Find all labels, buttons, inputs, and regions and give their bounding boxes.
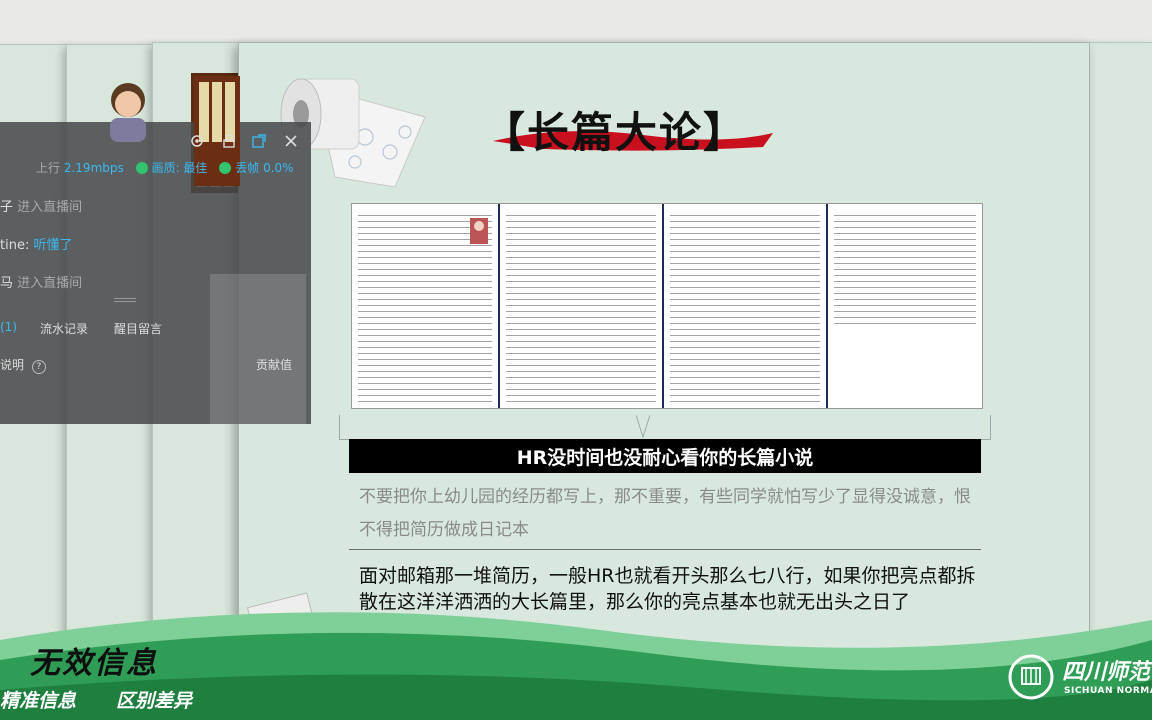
slide-title: 【长篇大论】 (483, 97, 783, 163)
lock-icon[interactable] (222, 134, 236, 148)
highlight-bar: HR没时间也没耐心看你的长篇小说 (349, 439, 981, 473)
tab-flow-record[interactable]: 流水记录 (40, 320, 88, 337)
tab-super-chat[interactable]: 醒目留言 (114, 320, 162, 337)
school-name-en: SICHUAN NORMAL U (1064, 686, 1152, 696)
contribution-label: 贡献值 (256, 358, 293, 372)
gray-note-text: 不要把你上幼儿园的经历都写上，那不重要，有些同学就怕写少了显得没诚意，恨不得把简… (359, 487, 971, 540)
chat-message: 子 进入直播间 (0, 200, 83, 215)
school-name: 四川师范 (1062, 659, 1151, 685)
chat-message: 马 进入直播间 (0, 276, 83, 291)
resume-page-3 (664, 204, 828, 408)
tab-count[interactable]: (1) (0, 320, 17, 334)
chat-message: tine: 听懂了 (0, 238, 73, 253)
resume-thumbnails (351, 203, 983, 409)
question-icon[interactable]: ? (31, 360, 46, 374)
slide-title-text: 【长篇大论】 (483, 108, 748, 157)
side-panel (210, 274, 306, 424)
school-logo (1008, 654, 1054, 700)
close-icon[interactable] (284, 134, 298, 148)
help-row[interactable]: 说明 ? (0, 356, 46, 374)
resize-handle[interactable] (114, 298, 136, 304)
quality-dot (135, 162, 148, 174)
callout-bracket (339, 415, 991, 440)
resume-page-4 (828, 204, 982, 408)
divider (349, 549, 981, 550)
resume-page-2 (500, 204, 664, 408)
presentation-slide: 【长篇大论】 HR没时间也没耐心看你的长篇小说 不要把你上幼儿园的经历都写上，那… (238, 42, 1090, 684)
stream-stats: 上行 2.19mbps 画质: 最佳 丢帧 0.0% (36, 161, 294, 175)
banner-title: 无效信息 (30, 646, 158, 681)
frame-dot (219, 162, 232, 174)
popout-icon[interactable] (252, 134, 266, 148)
live-stream-panel[interactable]: 上行 2.19mbps 画质: 最佳 丢帧 0.0% 子 进入直播间 tine:… (0, 76, 311, 424)
resume-page-1 (352, 204, 500, 408)
banner-sub-left: 精准信息 (0, 690, 77, 712)
avatar (110, 83, 146, 142)
gear-icon[interactable] (190, 134, 204, 148)
banner-sub-right: 区别差异 (116, 690, 193, 712)
callout-tip (636, 415, 650, 439)
